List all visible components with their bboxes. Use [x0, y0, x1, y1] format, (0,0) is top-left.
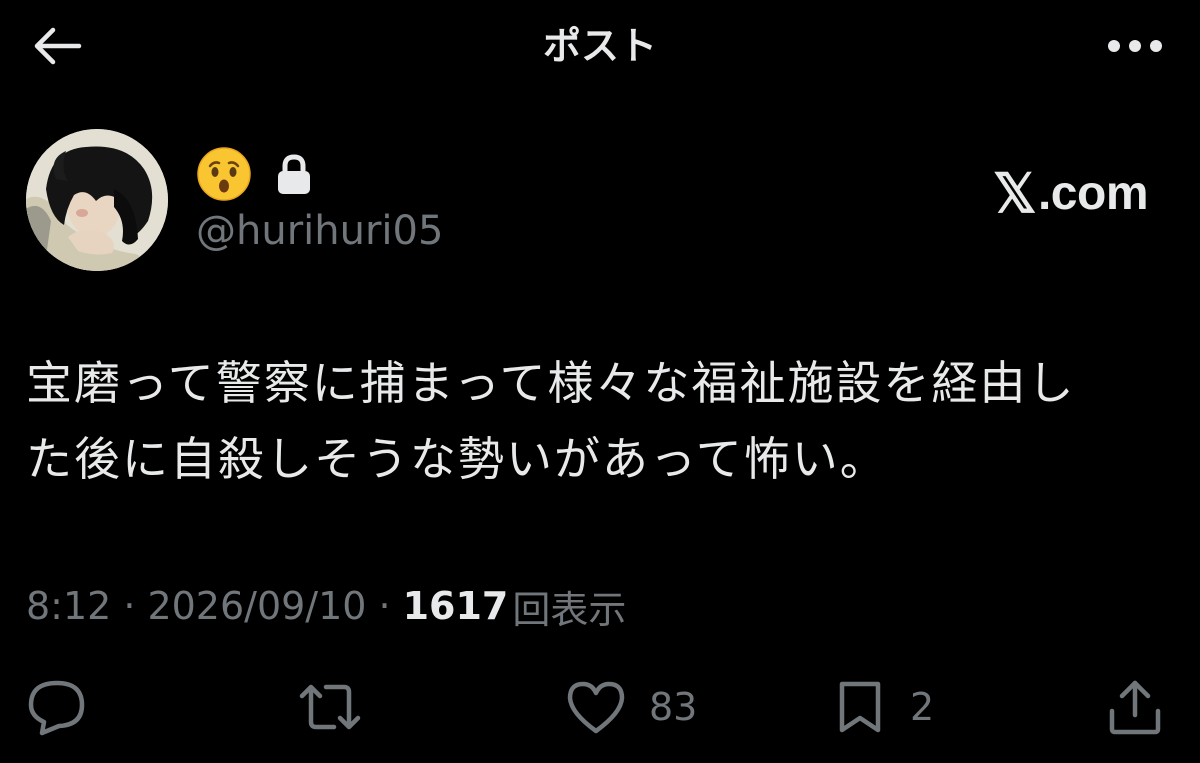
meta-separator: ·	[123, 584, 136, 628]
repost-icon	[299, 684, 361, 730]
views-label: 回表示	[512, 587, 627, 632]
x-com-watermark: 𝕏 .com	[992, 162, 1149, 225]
bookmark-button[interactable]: 2	[832, 672, 934, 742]
repost-button[interactable]	[298, 672, 362, 742]
watermark-text: .com	[1037, 167, 1149, 220]
bookmark-icon	[839, 681, 881, 733]
lock-icon	[278, 154, 310, 194]
post-text: 宝磨って警察に捕まって様々な福祉施設を経由し た後に自殺しそうな勢いがあって怖い…	[26, 345, 1166, 497]
avatar-image	[26, 129, 168, 271]
reply-icon	[28, 680, 85, 736]
post-text-line: 宝磨って警察に捕まって様々な福祉施設を経由し	[26, 356, 1076, 410]
post-date[interactable]: 2026/09/10	[147, 584, 366, 628]
post-meta: 8:12 · 2026/09/10 · 1617 回表示	[26, 578, 626, 634]
back-button[interactable]	[22, 18, 92, 74]
post-text-line: た後に自殺しそうな勢いがあって怖い。	[26, 432, 888, 486]
hushed-face-emoji-icon	[197, 147, 251, 201]
like-button[interactable]: 83	[565, 672, 697, 742]
post-time[interactable]: 8:12	[26, 584, 111, 628]
like-count: 83	[649, 685, 698, 729]
share-icon	[1109, 680, 1161, 735]
x-logo-icon: 𝕏	[992, 164, 1037, 224]
like-heart-icon	[567, 681, 625, 734]
avatar[interactable]	[26, 129, 168, 271]
user-handle[interactable]: @hurihuri05	[196, 205, 443, 257]
views-count[interactable]: 1617	[403, 584, 509, 628]
bookmark-count: 2	[910, 685, 935, 729]
more-button[interactable]	[1090, 18, 1180, 74]
reply-button[interactable]	[26, 672, 88, 742]
share-button[interactable]	[1106, 672, 1164, 742]
display-name[interactable]	[196, 144, 314, 204]
back-arrow-icon	[34, 27, 82, 65]
more-horizontal-icon	[1108, 40, 1162, 52]
page-title: ポスト	[542, 24, 657, 68]
meta-separator: ·	[378, 584, 391, 628]
